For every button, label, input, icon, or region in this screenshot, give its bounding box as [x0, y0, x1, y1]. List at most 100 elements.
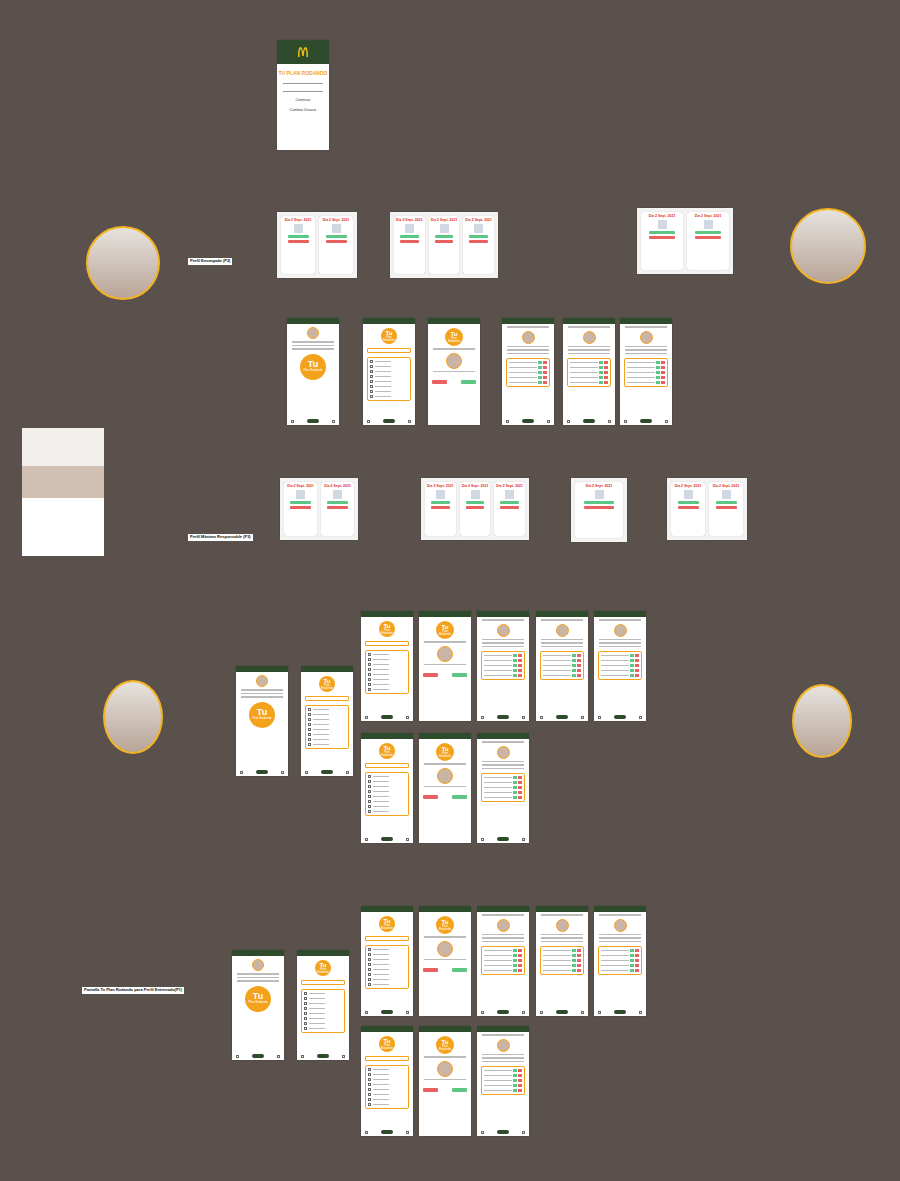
ok-button[interactable] [572, 954, 576, 957]
ok-button[interactable] [630, 654, 634, 657]
back-icon[interactable] [540, 716, 543, 719]
product-row[interactable] [370, 390, 408, 393]
fail-button[interactable] [518, 796, 522, 799]
reject-button[interactable] [466, 506, 485, 509]
confirm-button[interactable] [288, 235, 309, 238]
document-icon[interactable] [342, 1055, 345, 1058]
fail-button[interactable] [518, 776, 522, 779]
document-icon[interactable] [547, 420, 550, 423]
reject-button[interactable] [290, 506, 310, 509]
user-field[interactable] [283, 81, 323, 84]
checkbox[interactable] [304, 1012, 307, 1015]
checkbox[interactable] [368, 653, 371, 656]
checkbox[interactable] [370, 375, 373, 378]
fail-button[interactable] [635, 664, 639, 667]
document-icon[interactable] [665, 420, 668, 423]
checkbox[interactable] [368, 805, 371, 808]
product-row[interactable] [368, 948, 406, 951]
checkbox[interactable] [368, 775, 371, 778]
fail-button[interactable] [518, 664, 522, 667]
next-button[interactable] [256, 770, 268, 774]
product-row[interactable] [368, 653, 406, 656]
fail-button[interactable] [635, 949, 639, 952]
product-row[interactable] [368, 973, 406, 976]
document-icon[interactable] [406, 716, 409, 719]
checkbox[interactable] [308, 713, 311, 716]
ok-button[interactable] [630, 964, 634, 967]
checkbox[interactable] [370, 365, 373, 368]
fail-button[interactable] [518, 659, 522, 662]
product-row[interactable] [368, 688, 406, 691]
checkbox[interactable] [370, 385, 373, 388]
fail-button[interactable] [635, 964, 639, 967]
next-button[interactable] [307, 419, 319, 423]
back-icon[interactable] [481, 1011, 484, 1014]
cancel-button[interactable] [423, 795, 438, 799]
ok-button[interactable] [513, 949, 517, 952]
cancel-button[interactable] [432, 380, 447, 384]
product-row[interactable] [368, 673, 406, 676]
ok-button[interactable] [513, 659, 517, 662]
fail-button[interactable] [577, 964, 581, 967]
back-icon[interactable] [365, 1011, 368, 1014]
continue-button[interactable] [452, 1088, 467, 1092]
continue-button[interactable] [452, 673, 467, 677]
checkbox[interactable] [368, 1083, 371, 1086]
checkbox[interactable] [368, 1103, 371, 1106]
document-icon[interactable] [639, 716, 642, 719]
login-button[interactable]: Cambiar Usuario [277, 108, 329, 112]
ok-button[interactable] [513, 1074, 517, 1077]
fail-button[interactable] [604, 376, 608, 379]
checkbox[interactable] [368, 780, 371, 783]
fail-button[interactable] [577, 954, 581, 957]
back-icon[interactable] [624, 420, 627, 423]
product-row[interactable] [308, 733, 346, 736]
confirm-button[interactable] [469, 235, 488, 238]
product-row[interactable] [368, 780, 406, 783]
checkbox[interactable] [368, 683, 371, 686]
back-icon[interactable] [240, 771, 243, 774]
next-button[interactable] [614, 715, 626, 719]
product-row[interactable] [368, 963, 406, 966]
next-button[interactable] [583, 419, 595, 423]
product-row[interactable] [368, 1103, 406, 1106]
reject-button[interactable] [326, 240, 347, 243]
area-dropdown[interactable] [367, 348, 411, 353]
ok-button[interactable] [630, 659, 634, 662]
ok-button[interactable] [513, 1084, 517, 1087]
fail-button[interactable] [577, 669, 581, 672]
product-row[interactable] [304, 1017, 342, 1020]
document-icon[interactable] [406, 1011, 409, 1014]
document-icon[interactable] [608, 420, 611, 423]
product-row[interactable] [368, 795, 406, 798]
fail-button[interactable] [635, 674, 639, 677]
fail-button[interactable] [543, 381, 547, 384]
product-row[interactable] [308, 743, 346, 746]
back-icon[interactable] [365, 716, 368, 719]
confirm-button[interactable] [584, 501, 615, 504]
checkbox[interactable] [370, 390, 373, 393]
area-dropdown[interactable] [365, 936, 409, 941]
reject-button[interactable] [716, 506, 737, 509]
checkbox[interactable] [368, 1068, 371, 1071]
product-row[interactable] [370, 365, 408, 368]
reject-button[interactable] [469, 240, 488, 243]
back-icon[interactable] [481, 716, 484, 719]
next-button[interactable] [497, 1130, 509, 1134]
checkbox[interactable] [368, 668, 371, 671]
confirm-button[interactable] [290, 501, 310, 504]
fail-button[interactable] [577, 664, 581, 667]
ok-button[interactable] [513, 791, 517, 794]
cancel-button[interactable] [423, 968, 438, 972]
product-row[interactable] [308, 718, 346, 721]
ok-button[interactable] [630, 959, 634, 962]
ok-button[interactable] [572, 659, 576, 662]
ok-button[interactable] [538, 381, 542, 384]
confirm-button[interactable] [400, 235, 419, 238]
checkbox[interactable] [368, 1088, 371, 1091]
next-button[interactable] [381, 1130, 393, 1134]
next-button[interactable] [497, 715, 509, 719]
cancel-button[interactable] [423, 673, 438, 677]
fail-button[interactable] [661, 371, 665, 374]
checkbox[interactable] [368, 968, 371, 971]
